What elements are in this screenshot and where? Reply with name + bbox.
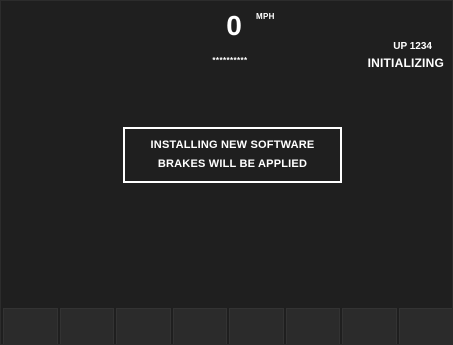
speed-value: 0 xyxy=(226,10,242,41)
softkey-1[interactable] xyxy=(3,308,58,344)
softkey-5[interactable] xyxy=(229,308,284,344)
speed-masked-readout: ********** xyxy=(212,56,248,65)
softkey-6[interactable] xyxy=(285,308,340,344)
softkey-3[interactable] xyxy=(116,308,171,344)
message-line-1: INSTALLING NEW SOFTWARE xyxy=(150,139,315,151)
softkey-7[interactable] xyxy=(342,308,397,344)
speed-unit-label: MPH xyxy=(256,12,275,21)
softkey-4[interactable] xyxy=(172,308,227,344)
softkey-2[interactable] xyxy=(59,308,114,344)
cab-display-screen: 0 MPH ********** UP 1234 INITIALIZING IN… xyxy=(0,0,453,345)
locomotive-id: UP 1234 xyxy=(393,41,432,52)
softkey-bar xyxy=(1,308,452,344)
message-line-2: BRAKES WILL BE APPLIED xyxy=(157,158,308,170)
software-install-message-box: INSTALLING NEW SOFTWARE BRAKES WILL BE A… xyxy=(123,127,342,183)
softkey-8[interactable] xyxy=(398,308,452,344)
locomotive-status: INITIALIZING xyxy=(367,56,444,70)
